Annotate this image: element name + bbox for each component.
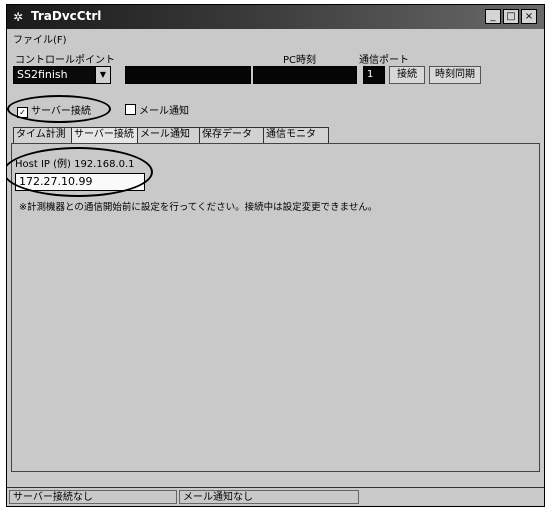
- annotation-ellipse: [7, 147, 153, 197]
- mail-notify-checkbox[interactable]: メール通知: [125, 102, 189, 117]
- comm-port-field[interactable]: 1: [363, 66, 385, 84]
- pc-time-display: [253, 66, 357, 84]
- maximize-button[interactable]: □: [503, 9, 519, 24]
- tab-comm-monitor[interactable]: 通信モニタ: [263, 127, 329, 143]
- close-button[interactable]: ×: [521, 9, 537, 24]
- control-point-label: コントロールポイント: [15, 55, 115, 66]
- annotation-ellipse: [7, 95, 111, 123]
- control-point-select[interactable]: SS2finish ▼: [13, 66, 111, 84]
- app-window: ✲ TraDvcCtrl _ □ × ファイル(F) コントロールポイント PC…: [6, 4, 545, 507]
- chevron-down-icon[interactable]: ▼: [95, 67, 110, 83]
- settings-icon: ✲: [13, 10, 24, 24]
- mail-notify-label: メール通知: [139, 106, 189, 117]
- mail-status: メール通知なし: [179, 490, 359, 504]
- minimize-button[interactable]: _: [485, 9, 501, 24]
- status-bar: サーバー接続なし メール通知なし: [7, 487, 544, 506]
- tab-mail-notify[interactable]: メール通知: [137, 127, 203, 143]
- control-point-value: SS2finish: [17, 68, 68, 81]
- control-point-display: [125, 66, 251, 84]
- menu-file[interactable]: ファイル(F): [13, 31, 67, 46]
- menu-bar: ファイル(F): [7, 30, 544, 46]
- time-sync-button[interactable]: 時刻同期: [429, 66, 481, 84]
- pc-time-label: PC時刻: [283, 55, 317, 66]
- connect-button[interactable]: 接続: [389, 66, 425, 84]
- tab-saved-data[interactable]: 保存データ: [199, 127, 267, 143]
- tab-time-measure[interactable]: タイム計測: [13, 127, 75, 143]
- server-status: サーバー接続なし: [9, 490, 177, 504]
- tab-server-connect[interactable]: サーバー接続: [71, 127, 141, 144]
- settings-note: ※計測機器との通信開始前に設定を行ってください。接続中は設定変更できません。: [19, 202, 378, 213]
- title-bar[interactable]: ✲ TraDvcCtrl _ □ ×: [7, 5, 544, 29]
- comm-port-label: 通信ポート: [359, 55, 409, 66]
- window-title: TraDvcCtrl: [31, 9, 102, 23]
- checkbox-empty-icon: [125, 104, 136, 115]
